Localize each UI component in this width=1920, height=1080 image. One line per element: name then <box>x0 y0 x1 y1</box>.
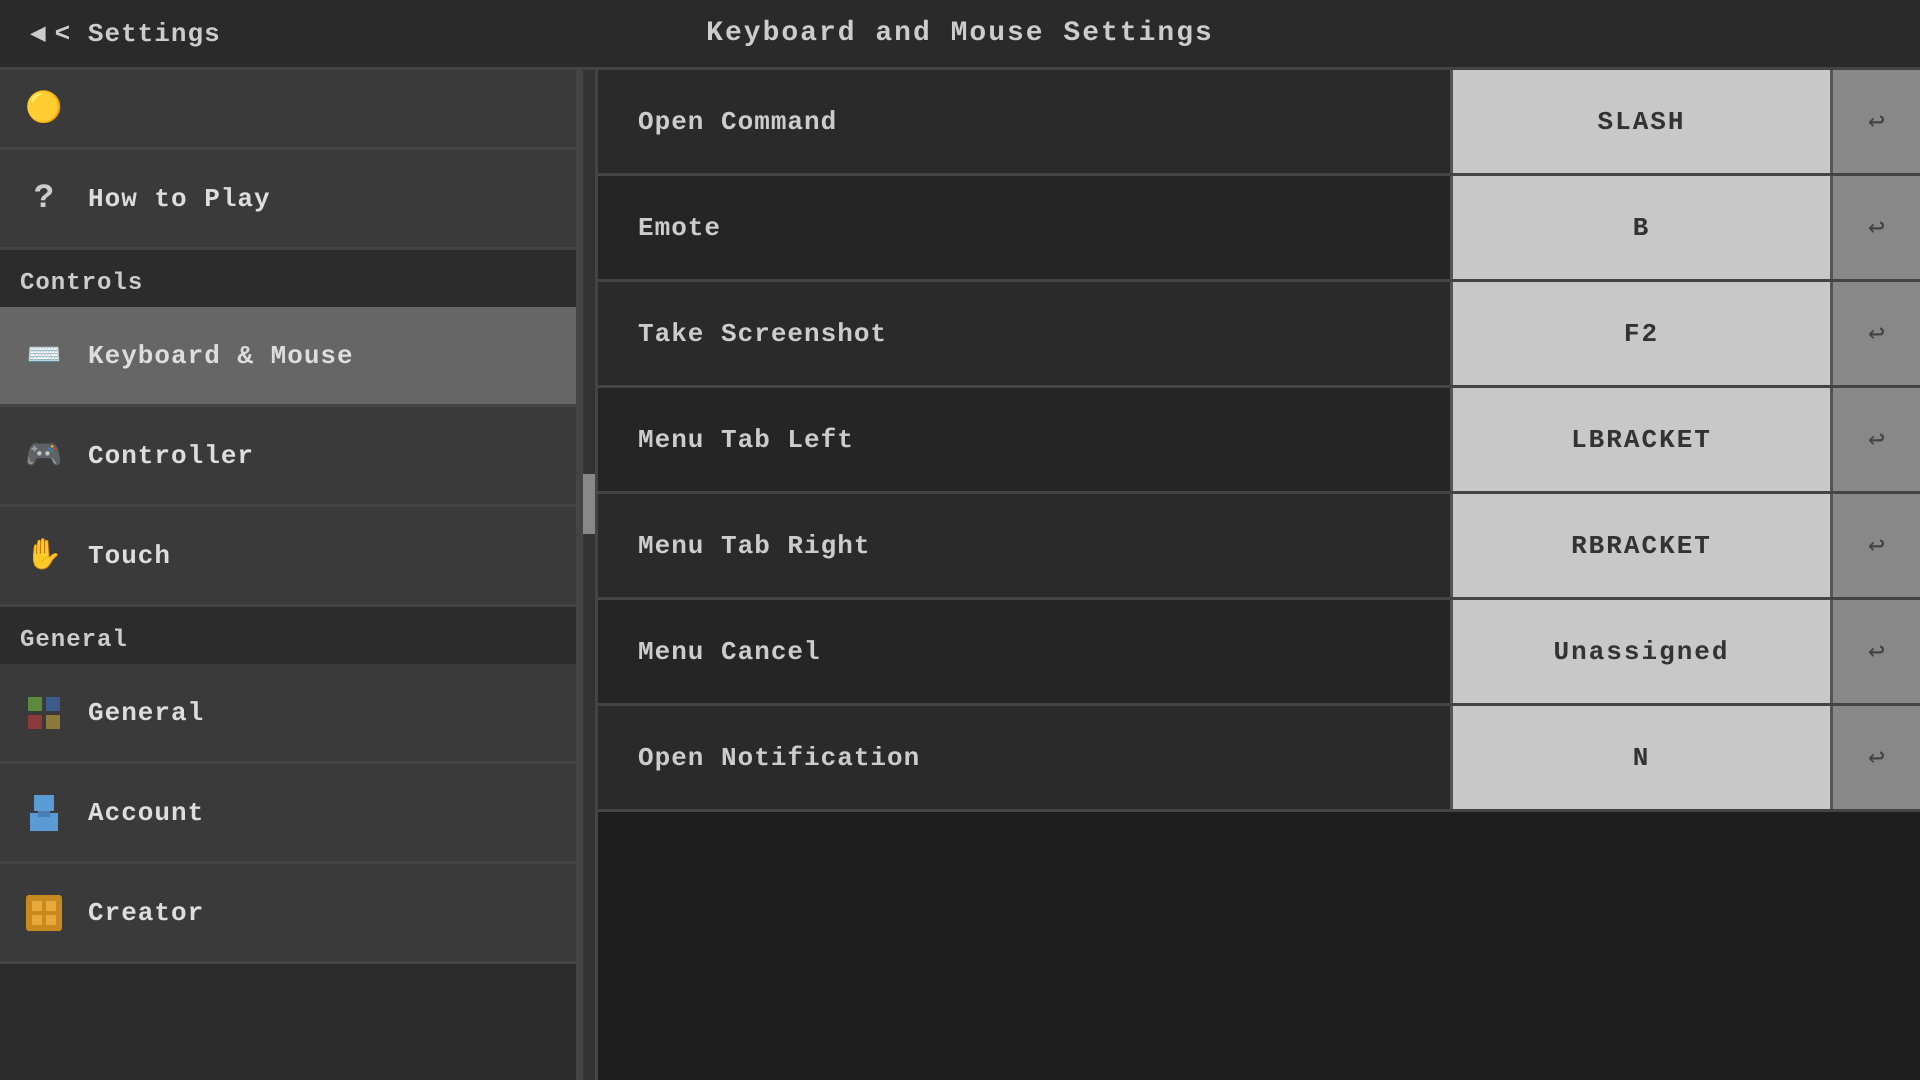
question-icon: ? <box>20 175 68 223</box>
sidebar-item-how-to-play[interactable]: ? How to Play <box>0 150 576 250</box>
sidebar-item-creator[interactable]: Creator <box>0 864 576 964</box>
header: ◀ < Settings Keyboard and Mouse Settings <box>0 0 1920 70</box>
sidebar-item-account[interactable]: Account <box>0 764 576 864</box>
back-icon: ◀ <box>30 18 47 49</box>
setting-value[interactable]: LBRACKET <box>1450 388 1830 491</box>
setting-value[interactable]: N <box>1450 706 1830 809</box>
sidebar-item-controller[interactable]: 🎮 Controller <box>0 407 576 507</box>
touch-icon: ✋ <box>20 532 68 580</box>
sidebar: 🟡 ? How to Play Controls ⌨️ Keyboard & M… <box>0 70 580 1080</box>
reset-button[interactable]: ↩ <box>1830 176 1920 279</box>
back-label: < Settings <box>55 19 221 49</box>
setting-label: Emote <box>598 176 1450 279</box>
reset-button[interactable]: ↩ <box>1830 70 1920 173</box>
setting-value[interactable]: SLASH <box>1450 70 1830 173</box>
setting-label: Menu Tab Right <box>598 494 1450 597</box>
settings-row: Open CommandSLASH↩ <box>598 70 1920 176</box>
account-icon <box>20 789 68 837</box>
setting-value[interactable]: B <box>1450 176 1830 279</box>
sidebar-item-general[interactable]: General <box>0 664 576 764</box>
reset-button[interactable]: ↩ <box>1830 600 1920 703</box>
setting-label: Take Screenshot <box>598 282 1450 385</box>
setting-value[interactable]: F2 <box>1450 282 1830 385</box>
reset-button[interactable]: ↩ <box>1830 494 1920 597</box>
keyboard-icon: ⌨️ <box>20 332 68 380</box>
sidebar-item-label-creator: Creator <box>88 898 204 928</box>
sidebar-scrollbar-thumb <box>583 474 595 534</box>
back-button[interactable]: ◀ < Settings <box>30 18 221 49</box>
settings-row: Menu Tab LeftLBRACKET↩ <box>598 388 1920 494</box>
setting-label: Open Command <box>598 70 1450 173</box>
setting-value[interactable]: Unassigned <box>1450 600 1830 703</box>
general-icon <box>20 689 68 737</box>
settings-row: Menu CancelUnassigned↩ <box>598 600 1920 706</box>
sidebar-scrollbar[interactable] <box>580 70 598 1080</box>
sidebar-item-touch[interactable]: ✋ Touch <box>0 507 576 607</box>
sidebar-item-label-controller: Controller <box>88 441 254 471</box>
general-section-label: General <box>0 607 576 664</box>
sidebar-item-label-account: Account <box>88 798 204 828</box>
settings-row: Take ScreenshotF2↩ <box>598 282 1920 388</box>
page-title: Keyboard and Mouse Settings <box>706 18 1214 49</box>
creator-icon <box>20 889 68 937</box>
sidebar-item-label-how-to-play: How to Play <box>88 184 271 214</box>
top-icon: 🟡 <box>20 85 68 133</box>
settings-row: Open NotificationN↩ <box>598 706 1920 812</box>
reset-button[interactable]: ↩ <box>1830 706 1920 809</box>
setting-label: Menu Tab Left <box>598 388 1450 491</box>
sidebar-item-label-touch: Touch <box>88 541 171 571</box>
sidebar-item-keyboard-mouse[interactable]: ⌨️ Keyboard & Mouse <box>0 307 576 407</box>
controls-section-label: Controls <box>0 250 576 307</box>
settings-row: Menu Tab RightRBRACKET↩ <box>598 494 1920 600</box>
reset-button[interactable]: ↩ <box>1830 282 1920 385</box>
settings-content: Open CommandSLASH↩EmoteB↩Take Screenshot… <box>598 70 1920 1080</box>
reset-button[interactable]: ↩ <box>1830 388 1920 491</box>
setting-label: Open Notification <box>598 706 1450 809</box>
sidebar-item-label-keyboard-mouse: Keyboard & Mouse <box>88 341 354 371</box>
settings-rows: Open CommandSLASH↩EmoteB↩Take Screenshot… <box>598 70 1920 812</box>
sidebar-top-item: 🟡 <box>0 70 576 150</box>
sidebar-item-label-general: General <box>88 698 204 728</box>
settings-row: EmoteB↩ <box>598 176 1920 282</box>
controller-icon: 🎮 <box>20 432 68 480</box>
setting-label: Menu Cancel <box>598 600 1450 703</box>
main-layout: 🟡 ? How to Play Controls ⌨️ Keyboard & M… <box>0 70 1920 1080</box>
setting-value[interactable]: RBRACKET <box>1450 494 1830 597</box>
